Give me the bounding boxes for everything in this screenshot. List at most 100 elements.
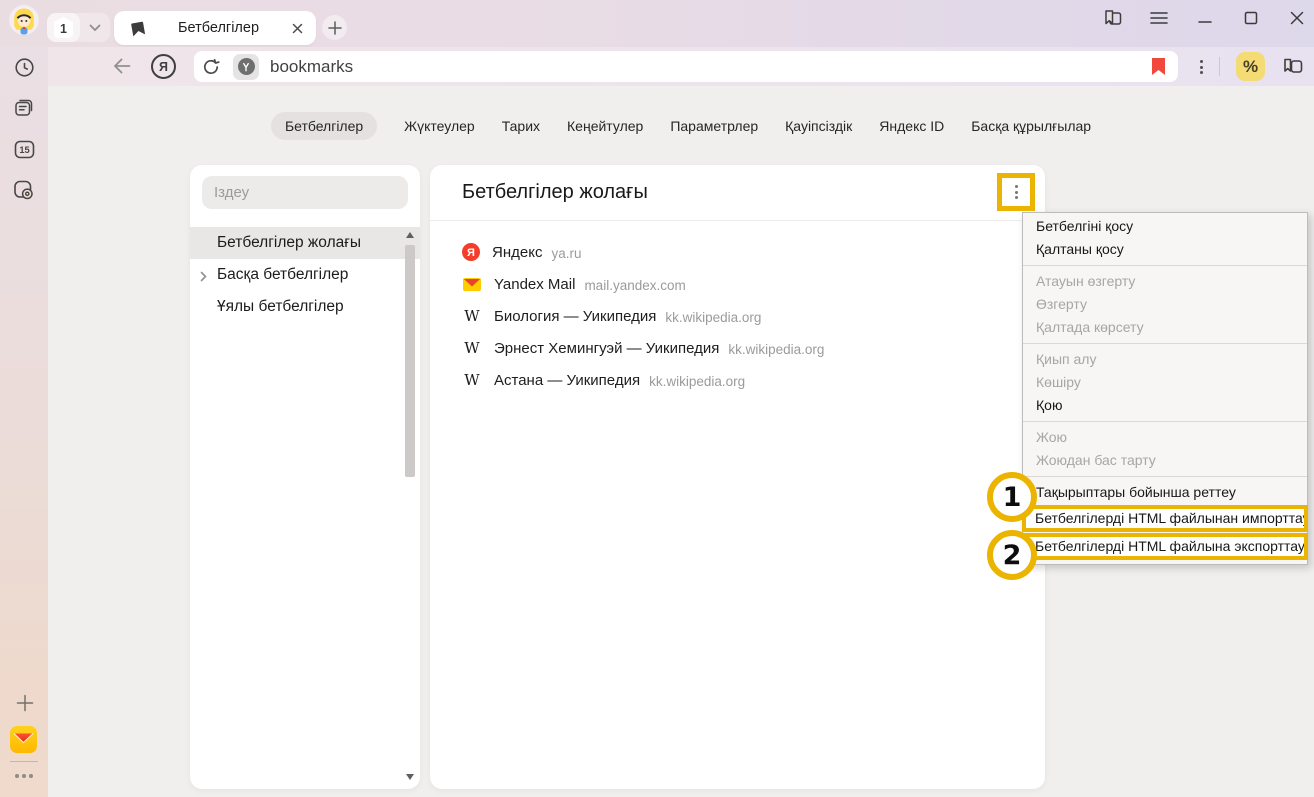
nav-tab[interactable]: Бетбелгілер [271,112,377,140]
bookmarks-panel: Бетбелгілер жолағы ЯЯндексya.ruYandex Ma… [430,165,1045,789]
scroll-down-arrow-icon[interactable] [406,774,414,780]
nav-tab[interactable]: Яндекс ID [879,112,944,140]
bookmark-title: Астана — Уикипедия [494,372,640,389]
manager-nav-tabs: Бетбелгілер Жүктеулер Тарих Кеңейтулер Парам… [48,112,1314,140]
avatar[interactable] [9,5,39,35]
chevron-down-icon [89,24,101,32]
bookmark-title: Биология — Уикипедия [494,308,656,325]
annotation-badge-2: 2 [987,530,1037,580]
mail-favicon [462,274,482,294]
nav-tab[interactable]: Жүктеулер [404,112,475,140]
folders-panel: Бетбелгілер жолағы Басқа бетбелгілер Ұялы … [190,165,420,789]
browser-window: 1 Бетбелгілер [0,0,1314,797]
bookmark-title: Yandex Mail [494,276,575,293]
kebab-menu-button[interactable] [997,173,1035,211]
menu-item-add-folder[interactable]: Қалтаны қосу [1023,238,1307,261]
menu-item-paste[interactable]: Қою [1023,394,1307,417]
menu-item-sort-by-title[interactable]: Тақырыптары бойынша реттеу [1023,481,1307,504]
bookmark-url: kk.wikipedia.org [649,372,745,389]
menu-item-rename: Атауын өзгерту [1023,270,1307,293]
menu-separator [1023,476,1307,477]
reload-icon[interactable] [202,58,220,76]
site-favicon[interactable] [233,54,259,80]
panel-title: Бетбелгілер жолағы [462,181,648,204]
divider [1219,57,1220,76]
nav-tab[interactable]: Қауіпсіздік [785,112,852,140]
menu-item-import-html[interactable]: Бетбелгілерді HTML файлынан импорттау [1022,505,1308,532]
yandex-favicon: Я [462,243,480,261]
menu-item-add-bookmark[interactable]: Бетбелгіні қосу [1023,215,1307,238]
folder-item[interactable]: Ұялы бетбелгілер [190,291,420,323]
wikipedia-favicon: W [462,370,482,390]
wikipedia-favicon: W [462,338,482,358]
mail-app-icon[interactable] [10,726,37,758]
bookmark-title: Эрнест Хемингуэй — Уикипедия [494,340,719,357]
divider [10,761,38,762]
scroll-up-arrow-icon[interactable] [406,232,414,238]
plus-icon [328,21,342,35]
new-tab-button[interactable] [322,15,347,40]
minimize-button[interactable] [1195,8,1215,28]
bookmark-item[interactable]: ЯЯндексya.ru [430,236,1045,268]
back-icon[interactable] [109,55,131,82]
address-bar[interactable]: bookmarks [194,51,1178,82]
menu-item-export-html[interactable]: Бетбелгілерді HTML файлына экспорттау [1022,533,1308,560]
nav-tab[interactable]: Тарих [502,112,540,140]
close-button[interactable] [1287,8,1307,28]
menu-separator [1023,343,1307,344]
scroll-thumb[interactable] [405,245,415,477]
folder-list: Бетбелгілер жолағы Басқа бетбелгілер Ұялы … [190,227,420,323]
kebab-icon [1015,185,1018,199]
tab-count-badge: 1 [54,17,73,38]
folder-item[interactable]: Басқа бетбелгілер [190,259,420,291]
bookmark-url: kk.wikipedia.org [728,340,824,357]
scrollbar[interactable] [404,228,417,784]
menu-separator [1023,421,1307,422]
nav-tab[interactable]: Параметрлер [670,112,758,140]
bookmark-url: kk.wikipedia.org [665,308,761,325]
tabs-chevron-button[interactable] [80,13,110,42]
history-icon[interactable] [12,55,36,79]
tab-group-control: 1 [47,13,110,42]
menu-separator [1023,265,1307,266]
wikipedia-favicon: W [462,306,482,326]
tab-count-button[interactable]: 1 [47,13,80,42]
annotation-badge-1: 1 [987,472,1037,522]
nav-tab[interactable]: Кеңейтулер [567,112,643,140]
calendar-icon[interactable]: 15 [12,137,36,161]
bookmark-item[interactable]: W Эрнест Хемингуэй — Уикипедия kk.wikipedi… [430,332,1045,364]
tab-panel-icon[interactable] [1103,8,1123,28]
folder-item[interactable]: Бетбелгілер жолағы [190,227,420,259]
screenshot-icon[interactable] [12,178,36,202]
bookmark-item[interactable]: Yandex Mail mail.yandex.com [430,268,1045,300]
chevron-right-icon[interactable] [200,269,207,287]
menu-icon[interactable] [1149,8,1169,28]
address-row: Я bookmarks % [48,47,1314,86]
yandex-logo-glyph: Я [159,60,168,74]
add-panel-icon[interactable] [13,691,37,715]
close-tab-icon[interactable] [292,23,303,34]
active-tab[interactable]: Бетбелгілер [114,11,316,45]
search-input[interactable] [202,176,408,209]
address-kebab-icon[interactable] [1190,53,1212,81]
yandex-home-button[interactable]: Я [151,54,176,79]
folder-label: Бетбелгілер жолағы [217,234,361,252]
collections-icon[interactable] [1282,56,1304,81]
folder-label: Ұялы бетбелгілер [217,298,344,316]
notes-icon[interactable] [12,96,36,120]
bookmark-flag-icon[interactable] [1152,58,1165,75]
maximize-button[interactable] [1241,8,1261,28]
left-edge-sidebar: 15 [0,47,48,797]
menu-item-edit: Өзгерту [1023,293,1307,316]
bookmark-list: ЯЯндексya.ruYandex Mailmail.yandex.comWБ… [430,221,1045,396]
more-icon[interactable] [0,770,48,778]
bookmark-item[interactable]: W Биология — Уикипедия kk.wikipedia.org [430,300,1045,332]
deals-percent-icon[interactable]: % [1236,52,1265,81]
bookmark-url: mail.yandex.com [584,276,685,293]
menu-item-cut: Қиып алу [1023,348,1307,371]
folder-label: Басқа бетбелгілер [217,266,348,284]
nav-tab[interactable]: Басқа құрылғылар [971,112,1091,140]
bookmark-item[interactable]: W Астана — Уикипедия kk.wikipedia.org [430,364,1045,396]
menu-item-show-in-folder: Қалтада көрсету [1023,316,1307,339]
address-text: bookmarks [270,57,353,77]
